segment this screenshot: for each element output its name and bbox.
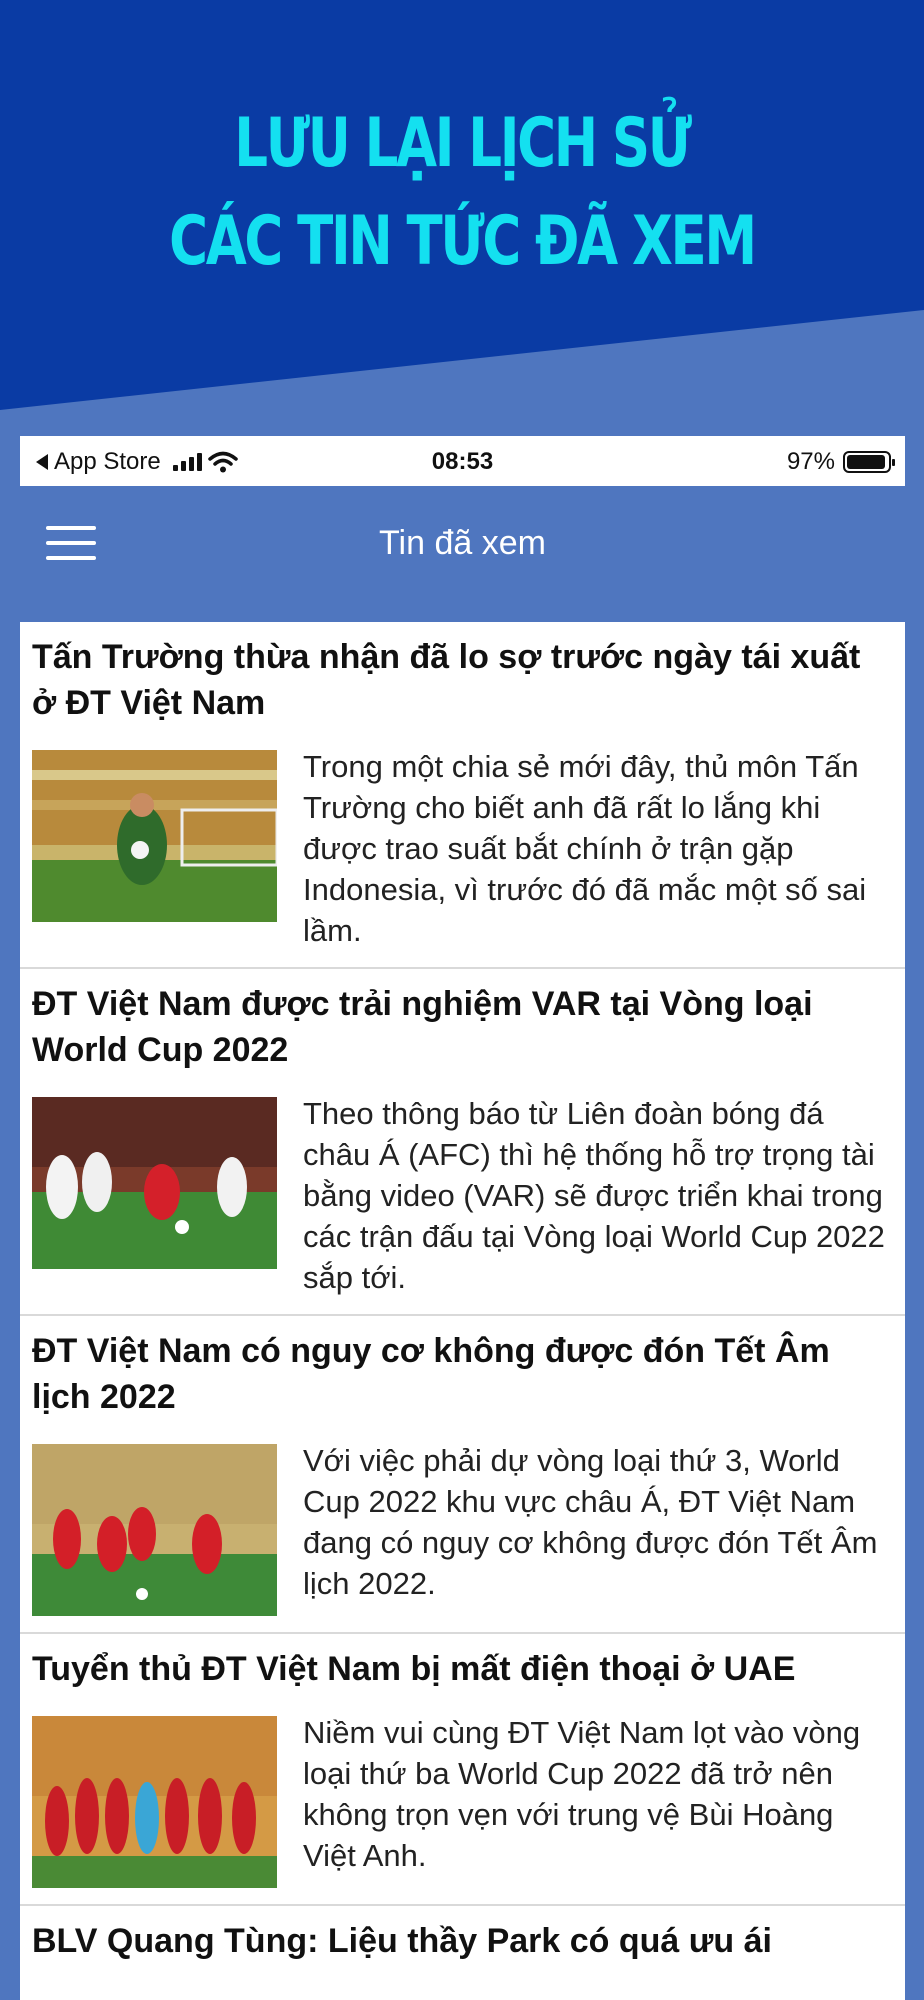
article-thumbnail[interactable] (32, 1444, 277, 1616)
article-thumbnail[interactable] (32, 1097, 277, 1269)
article-thumbnail[interactable] (32, 750, 277, 922)
promo-headline: LƯU LẠI LỊCH SỬ CÁC TIN TỨC ĐÃ XEM (102, 95, 823, 291)
article-title[interactable]: Tuyển thủ ĐT Việt Nam bị mất điện thoại … (32, 1634, 893, 1692)
article-excerpt: Trong một chia sẻ mới đây, thủ môn Tấn T… (303, 749, 867, 948)
navigation-bar: Tin đã xem (20, 486, 905, 622)
promo-line-2: CÁC TIN TỨC ĐÃ XEM (169, 202, 757, 281)
article-excerpt: Theo thông báo từ Liên đoàn bóng đá châu… (303, 1096, 885, 1295)
article-excerpt: Niềm vui cùng ĐT Việt Nam lọt vào vòng l… (303, 1715, 861, 1873)
battery-icon (843, 451, 895, 473)
status-bar: App Store 08:53 97% (20, 436, 905, 486)
list-item[interactable]: Tấn Trường thừa nhận đã lo sợ trước ngày… (20, 622, 905, 969)
list-item[interactable]: ĐT Việt Nam được trải nghiệm VAR tại Vòn… (20, 969, 905, 1316)
list-item[interactable]: Tuyển thủ ĐT Việt Nam bị mất điện thoại … (20, 1634, 905, 1906)
article-title[interactable]: ĐT Việt Nam có nguy cơ không được đón Tế… (32, 1316, 893, 1420)
viewed-articles-list: Tấn Trường thừa nhận đã lo sợ trước ngày… (20, 622, 905, 2000)
list-item[interactable]: BLV Quang Tùng: Liệu thầy Park có quá ưu… (20, 1906, 905, 2000)
article-title[interactable]: BLV Quang Tùng: Liệu thầy Park có quá ưu… (32, 1906, 893, 1964)
battery-percent: 97% (786, 448, 835, 475)
clock: 08:53 (431, 448, 494, 475)
promo-line-1: LƯU LẠI LỊCH SỬ (234, 104, 692, 183)
article-title[interactable]: ĐT Việt Nam được trải nghiệm VAR tại Vòn… (32, 969, 893, 1073)
list-item[interactable]: ĐT Việt Nam có nguy cơ không được đón Tế… (20, 1316, 905, 1634)
phone-screen: App Store 08:53 97% Tin đã xem Tấn Trườn… (20, 436, 905, 2000)
page-title: Tin đã xem (379, 524, 546, 562)
article-thumbnail[interactable] (32, 1716, 277, 1888)
article-title[interactable]: Tấn Trường thừa nhận đã lo sợ trước ngày… (32, 622, 893, 726)
article-excerpt: Với việc phải dự vòng loại thứ 3, World … (303, 1443, 878, 1601)
